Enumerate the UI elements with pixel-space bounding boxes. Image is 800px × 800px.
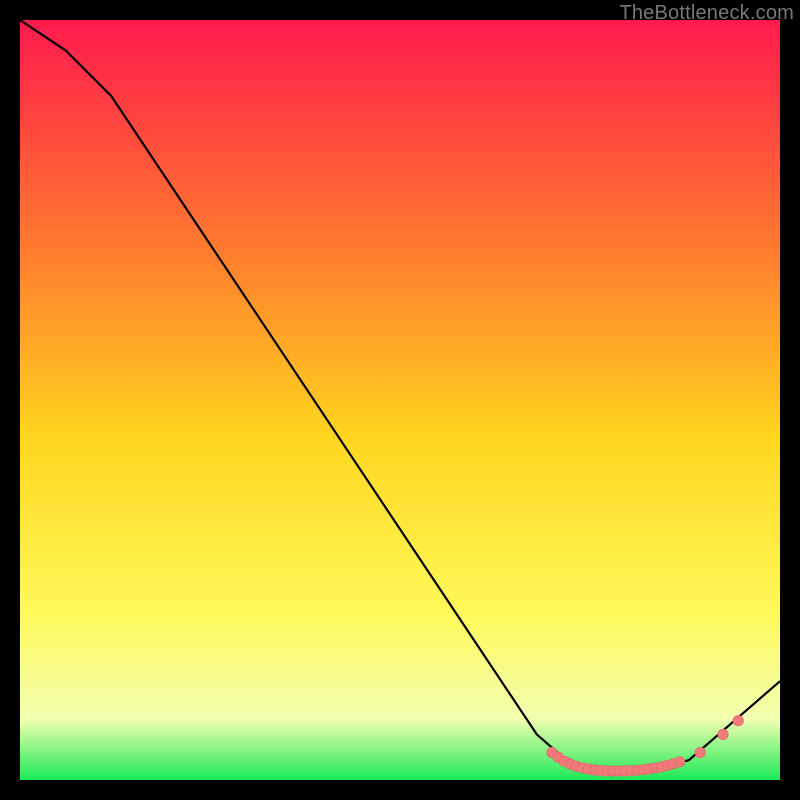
data-marker (718, 729, 728, 739)
data-marker (733, 716, 743, 726)
plot-area (20, 20, 780, 780)
data-marker (675, 757, 685, 767)
chart-svg (20, 20, 780, 780)
data-marker (695, 747, 705, 757)
watermark-text: TheBottleneck.com (619, 2, 794, 25)
chart-canvas: TheBottleneck.com (0, 0, 800, 800)
background-gradient (20, 20, 780, 780)
